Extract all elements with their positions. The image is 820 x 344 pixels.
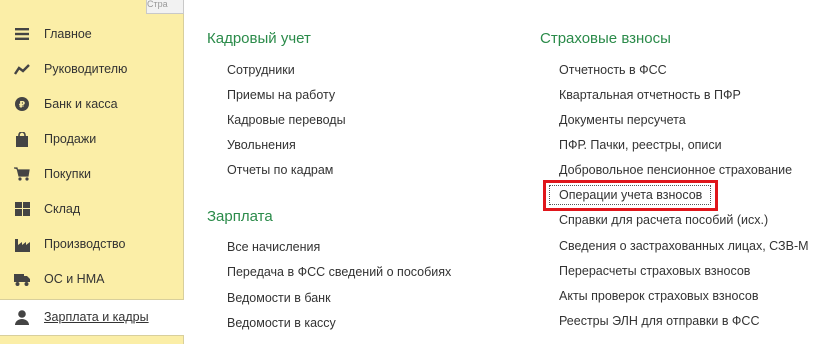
link-eln-registers[interactable]: Реестры ЭЛН для отправки в ФСС xyxy=(559,314,760,328)
link-recalculations[interactable]: Перерасчеты страховых взносов xyxy=(559,264,750,278)
link-fss-benefits[interactable]: Передача в ФСС сведений о пособиях xyxy=(227,265,451,279)
link-pfr-packs[interactable]: ПФР. Пачки, реестры, описи xyxy=(559,138,722,152)
sidebar-item-label: Главное xyxy=(44,27,92,41)
sidebar-tab-label: Стра xyxy=(147,0,168,9)
sidebar-item-manager[interactable]: Руководителю xyxy=(0,52,183,87)
link-szv-m[interactable]: Сведения о застрахованных лицах, СЗВ-М xyxy=(559,239,820,253)
sidebar-item-assets[interactable]: ОС и НМА xyxy=(0,262,183,297)
ruble-coin-icon: ₽ xyxy=(14,96,30,112)
link-bank-statements[interactable]: Ведомости в банк xyxy=(227,291,331,305)
shopping-bag-icon xyxy=(14,131,30,147)
sidebar-item-purchases[interactable]: Покупки xyxy=(0,157,183,192)
link-voluntary-pension[interactable]: Добровольное пенсионное страхование xyxy=(559,163,792,177)
hamburger-menu-icon xyxy=(14,26,30,42)
sidebar-item-main[interactable]: Главное xyxy=(0,17,183,52)
link-cash-statements[interactable]: Ведомости в кассу xyxy=(227,316,336,330)
link-audit-acts[interactable]: Акты проверок страховых взносов xyxy=(559,289,758,303)
sidebar-item-label: Продажи xyxy=(44,132,97,146)
trend-chart-icon xyxy=(14,61,30,77)
sidebar-item-label: Руководителю xyxy=(44,62,128,76)
svg-text:₽: ₽ xyxy=(19,101,25,111)
sidebar-item-sales[interactable]: Продажи xyxy=(0,122,183,157)
section-title-salary: Зарплата xyxy=(207,208,273,225)
sidebar-item-label: Склад xyxy=(44,202,81,216)
sidebar-item-salary-hr[interactable]: Зарплата и кадры xyxy=(0,299,184,336)
warehouse-grid-icon xyxy=(14,201,30,217)
sidebar-item-production[interactable]: Производство xyxy=(0,227,183,262)
link-dismissals[interactable]: Увольнения xyxy=(227,138,296,152)
link-fss-reporting[interactable]: Отчетность в ФСС xyxy=(559,63,667,77)
link-contribution-operations[interactable]: Операции учета взносов xyxy=(559,188,702,202)
link-hiring[interactable]: Приемы на работу xyxy=(227,88,335,102)
link-cut-off[interactable]: — xyxy=(227,340,237,344)
sidebar-item-label: Покупки xyxy=(44,167,92,181)
section-title-contributions: Страховые взносы xyxy=(540,30,671,47)
sidebar-item-label: Зарплата и кадры xyxy=(44,310,149,324)
sidebar: Стра Главное Руководителю ₽ Банк и касса… xyxy=(0,0,184,344)
link-benefit-certificates[interactable]: Справки для расчета пособий (исх.) xyxy=(559,213,768,227)
truck-icon xyxy=(14,271,30,287)
link-employees[interactable]: Сотрудники xyxy=(227,63,295,77)
link-personal-records[interactable]: Документы персучета xyxy=(559,113,686,127)
sidebar-item-warehouse[interactable]: Склад xyxy=(0,192,183,227)
link-transfers[interactable]: Кадровые переводы xyxy=(227,113,346,127)
section-title-hr: Кадровый учет xyxy=(207,30,311,47)
sidebar-tab[interactable]: Стра xyxy=(146,0,184,14)
sidebar-item-bank[interactable]: ₽ Банк и касса xyxy=(0,87,183,122)
link-pfr-quarterly[interactable]: Квартальная отчетность в ПФР xyxy=(559,88,741,102)
person-icon xyxy=(14,309,30,325)
sidebar-item-label: ОС и НМА xyxy=(44,272,105,286)
link-hr-reports[interactable]: Отчеты по кадрам xyxy=(227,163,333,177)
link-all-accruals[interactable]: Все начисления xyxy=(227,240,320,254)
factory-icon xyxy=(14,236,30,252)
shopping-cart-icon xyxy=(14,166,30,182)
sidebar-item-label: Банк и касса xyxy=(44,97,118,111)
sidebar-item-label: Производство xyxy=(44,237,126,251)
